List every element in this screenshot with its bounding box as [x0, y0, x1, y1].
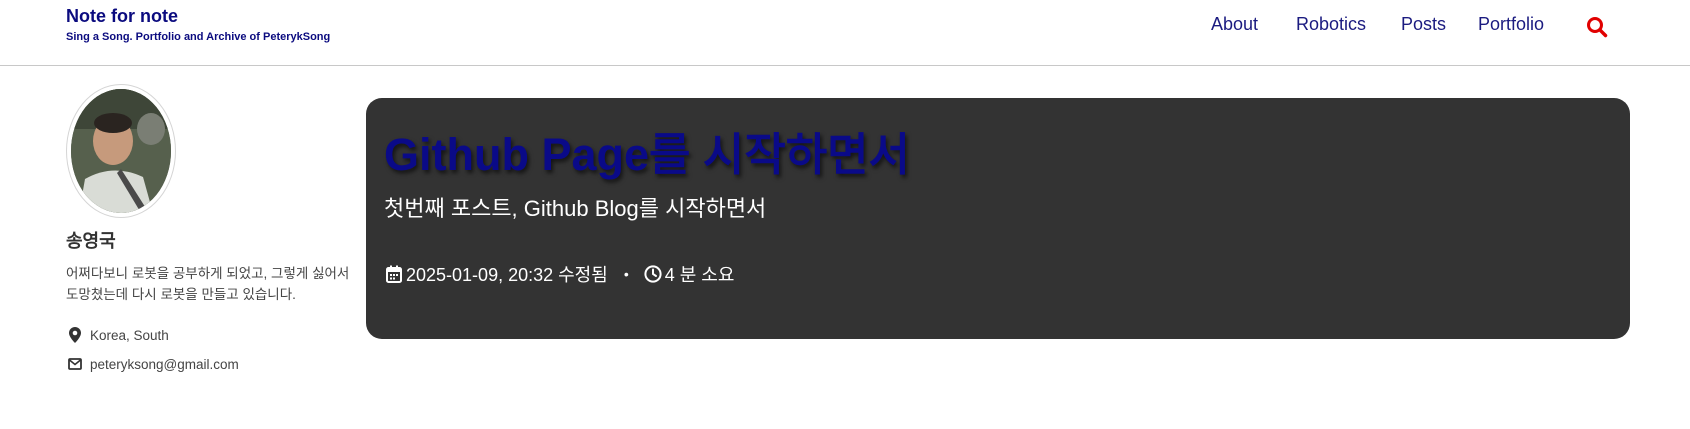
avatar — [71, 89, 171, 213]
post-hero: Github Page를 시작하면서 첫번째 포스트, Github Blog를… — [366, 98, 1630, 339]
nav-item-portfolio[interactable]: Portfolio — [1478, 14, 1544, 35]
nav-item-about[interactable]: About — [1211, 14, 1258, 35]
post-excerpt: 첫번째 포스트, Github Blog를 시작하면서 — [384, 196, 767, 221]
avatar-frame — [66, 84, 176, 218]
calendar-icon — [384, 264, 404, 284]
meta-separator: • — [623, 266, 629, 282]
author-location: Korea, South — [66, 327, 169, 343]
post-date: 2025-01-09, 20:32 수정됨 — [406, 265, 608, 285]
nav-item-robotics[interactable]: Robotics — [1296, 14, 1366, 35]
author-bio: 어쩌다보니 로봇을 공부하게 되었고, 그렇게 싫어서 도망쳤는데 다시 로봇을… — [66, 266, 350, 302]
author-email[interactable]: peteryksong@gmail.com — [66, 356, 239, 372]
main-nav: About Robotics Posts Portfolio — [0, 14, 1690, 38]
author-location-text: Korea, South — [90, 327, 169, 343]
post-read-time: 4 분 소요 — [664, 265, 735, 285]
map-marker-icon — [66, 327, 84, 343]
author-email-text[interactable]: peteryksong@gmail.com — [90, 357, 239, 372]
clock-icon — [643, 264, 663, 284]
post-title: Github Page를 시작하면서 — [384, 129, 910, 180]
nav-item-posts[interactable]: Posts — [1401, 14, 1446, 35]
envelope-icon — [66, 356, 84, 372]
post-meta: 2025-01-09, 20:32 수정됨 • 4 분 소요 — [384, 261, 734, 287]
search-icon[interactable] — [1586, 16, 1608, 38]
author-name: 송영국 — [66, 231, 116, 251]
masthead: Note for note Sing a Song. Portfolio and… — [0, 0, 1690, 66]
